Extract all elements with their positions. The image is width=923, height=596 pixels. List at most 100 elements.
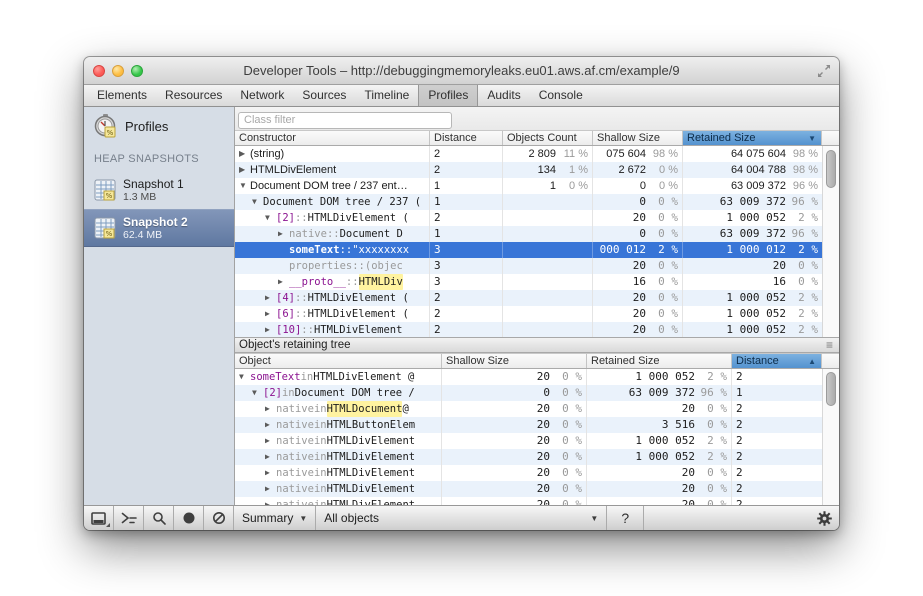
node-text: (objec — [365, 258, 403, 274]
collapsed-triangle-icon[interactable]: ▶ — [239, 162, 250, 178]
heap-grid-row[interactable]: ▶__proto__ :: HTMLDiv3160 %160 % — [235, 274, 839, 290]
sidebar-item-snapshot-1[interactable]: % Snapshot 11.3 MB — [84, 171, 234, 209]
tab-elements[interactable]: Elements — [88, 85, 156, 106]
filter-toolbar — [235, 107, 839, 130]
retaining-tree-row[interactable]: ▶native in HTMLDocument @200 %200 %2 — [235, 401, 839, 417]
collapsed-triangle-icon[interactable]: ▶ — [265, 449, 276, 465]
heap-grid-row[interactable]: properties :: (objec3200 %200 % — [235, 258, 839, 274]
tab-network[interactable]: Network — [231, 85, 293, 106]
snapshot-size: 1.3 MB — [123, 191, 184, 203]
size-percent: 2 % — [786, 242, 822, 258]
expanded-triangle-icon[interactable]: ▼ — [252, 385, 263, 401]
snapshot-list: % Snapshot 11.3 MB %Snapshot 262.4 MB — [84, 171, 234, 247]
tab-profiles[interactable]: Profiles — [418, 85, 478, 106]
node-text: in — [314, 449, 327, 465]
class-filter-input[interactable] — [238, 112, 452, 129]
column-header-distance[interactable]: Distance — [430, 131, 503, 145]
collapsed-triangle-icon[interactable]: ▶ — [278, 226, 289, 242]
column-header-constructor[interactable]: Constructor — [235, 131, 430, 145]
show-console-button[interactable] — [114, 506, 143, 530]
collapsed-triangle-icon[interactable]: ▶ — [239, 146, 250, 162]
size-percent: 2 % — [786, 210, 822, 226]
node-text: in — [314, 433, 327, 449]
collapsed-triangle-icon[interactable]: ▶ — [265, 481, 276, 497]
heap-grid-row[interactable]: ▶(string)22 80911 %075 60498 %64 075 604… — [235, 146, 839, 162]
collapsed-triangle-icon[interactable]: ▶ — [265, 417, 276, 433]
objects-filter-select[interactable]: All objects ▼ — [316, 506, 606, 530]
tab-timeline[interactable]: Timeline — [355, 85, 418, 106]
expanded-triangle-icon[interactable]: ▼ — [239, 178, 250, 194]
collapsed-triangle-icon[interactable]: ▶ — [278, 274, 289, 290]
retaining-tree-title: Object's retaining tree — [239, 339, 351, 351]
heap-grid-row[interactable]: someText :: "xxxxxxxx3000 0122 %1 000 01… — [235, 242, 839, 258]
heap-grid-row[interactable]: ▶HTMLDivElement21341 %2 6720 %64 004 788… — [235, 162, 839, 178]
sidebar-item-profiles[interactable]: % Profiles — [84, 107, 234, 145]
heap-grid-row[interactable]: ▶[4] :: HTMLDivElement (2200 %1 000 0522… — [235, 290, 839, 306]
panel-menu-icon[interactable]: ≡ — [826, 339, 833, 351]
expanded-triangle-icon[interactable]: ▼ — [239, 369, 250, 385]
retain-scroll-thumb[interactable] — [826, 372, 836, 406]
node-text: :: — [346, 274, 359, 290]
svg-text:%: % — [106, 192, 113, 200]
retaining-tree-row[interactable]: ▼someText in HTMLDivElement @200 %1 000 … — [235, 369, 839, 385]
collapsed-triangle-icon[interactable]: ▶ — [265, 401, 276, 417]
size-value: 000 012 — [593, 242, 646, 258]
retaining-tree-row[interactable]: ▶native in HTMLDivElement200 %200 %2 — [235, 497, 839, 505]
summary-view-select[interactable]: Summary ▼ — [234, 506, 315, 530]
collapsed-triangle-icon[interactable]: ▶ — [265, 290, 276, 306]
heap-grid-row[interactable]: ▶native :: Document D100 %63 009 37296 % — [235, 226, 839, 242]
node-text: [10] — [276, 322, 301, 337]
titlebar[interactable]: Developer Tools – http://debuggingmemory… — [84, 57, 839, 85]
tab-resources[interactable]: Resources — [156, 85, 231, 106]
snapshot-name: Snapshot 1 — [123, 177, 184, 191]
retaining-tree-row[interactable]: ▼[2] in Document DOM tree /00 %63 009 37… — [235, 385, 839, 401]
expanded-triangle-icon[interactable]: ▼ — [252, 194, 263, 210]
retaining-tree-row[interactable]: ▶native in HTMLDivElement200 %1 000 0522… — [235, 433, 839, 449]
retain-scrollbar[interactable] — [822, 369, 839, 505]
tab-console[interactable]: Console — [530, 85, 592, 106]
screenshot-stage: Developer Tools – http://debuggingmemory… — [0, 0, 923, 596]
retaining-tree-row[interactable]: ▶native in HTMLButtonElem200 %3 5160 %2 — [235, 417, 839, 433]
sidebar-item-snapshot-2[interactable]: %Snapshot 262.4 MB — [84, 209, 234, 247]
retaining-tree-row[interactable]: ▶native in HTMLDivElement200 %200 %2 — [235, 465, 839, 481]
column-header-shallow-size[interactable]: Shallow Size — [442, 354, 587, 368]
search-button[interactable] — [144, 506, 173, 530]
retaining-tree-row[interactable]: ▶native in HTMLDivElement200 %200 %2 — [235, 481, 839, 497]
help-button[interactable]: ? — [607, 506, 643, 530]
collapsed-triangle-icon[interactable]: ▶ — [265, 322, 276, 337]
heap-scrollbar[interactable] — [822, 146, 839, 337]
column-header-shallow-size[interactable]: Shallow Size — [593, 131, 683, 145]
column-header-retained-size[interactable]: Retained Size▼ — [683, 131, 822, 145]
node-text: native — [276, 433, 314, 449]
collapsed-triangle-icon[interactable]: ▶ — [265, 433, 276, 449]
clear-button[interactable] — [204, 506, 233, 530]
collapsed-triangle-icon[interactable]: ▶ — [265, 306, 276, 322]
heap-grid-row[interactable]: ▼[2] :: HTMLDivElement (2200 %1 000 0522… — [235, 210, 839, 226]
heap-grid-row[interactable]: ▶[6] :: HTMLDivElement (2200 %1 000 0522… — [235, 306, 839, 322]
heap-scroll-thumb[interactable] — [826, 150, 836, 188]
resize-icon[interactable] — [817, 64, 831, 78]
collapsed-triangle-icon[interactable]: ▶ — [265, 497, 276, 505]
size-percent: 0 % — [646, 226, 682, 242]
size-value: 0 — [593, 226, 646, 242]
node-text: :: — [327, 226, 340, 242]
expanded-triangle-icon[interactable]: ▼ — [265, 210, 276, 226]
size-value — [503, 290, 556, 306]
tab-audits[interactable]: Audits — [478, 85, 529, 106]
heap-grid-row[interactable]: ▶[10] :: HTMLDivElement2200 %1 000 0522 … — [235, 322, 839, 337]
size-percent: 0 % — [550, 401, 586, 417]
heap-grid-row[interactable]: ▼Document DOM tree / 237 (100 %63 009 37… — [235, 194, 839, 210]
retaining-tree-row[interactable]: ▶native in HTMLDivElement200 %1 000 0522… — [235, 449, 839, 465]
dock-side-button[interactable] — [84, 506, 113, 530]
column-header-objects-count[interactable]: Objects Count — [503, 131, 593, 145]
settings-button[interactable] — [810, 506, 839, 530]
column-header-retained-size[interactable]: Retained Size — [587, 354, 732, 368]
column-header-object[interactable]: Object — [235, 354, 442, 368]
heap-grid-row[interactable]: ▼Document DOM tree / 237 ent…110 %00 %63… — [235, 178, 839, 194]
size-value: 20 — [442, 369, 550, 385]
column-header-distance[interactable]: Distance▲ — [732, 354, 822, 368]
collapsed-triangle-icon[interactable]: ▶ — [265, 465, 276, 481]
record-button[interactable] — [174, 506, 203, 530]
size-value: 1 000 052 — [683, 322, 786, 337]
tab-sources[interactable]: Sources — [293, 85, 355, 106]
